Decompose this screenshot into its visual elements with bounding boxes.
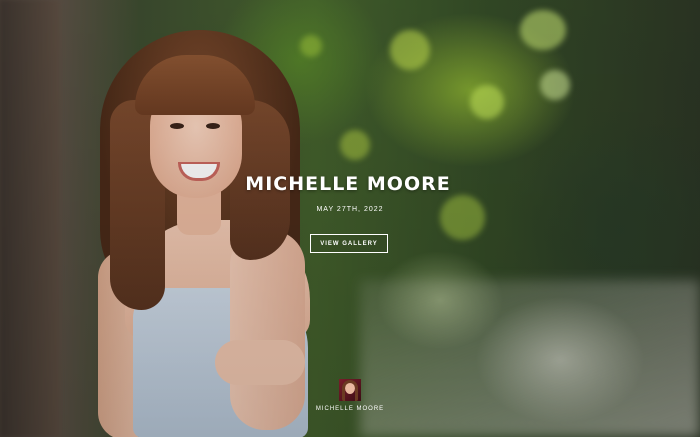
photographer-name: MICHELLE MOORE (315, 406, 385, 412)
gallery-cover-hero: MICHELLE MOORE MAY 27TH, 2022 VIEW GALLE… (0, 0, 700, 437)
gallery-title: MICHELLE MOORE (245, 173, 451, 195)
overlay-tint (0, 0, 700, 437)
photographer-logo[interactable]: MICHELLE MOORE (300, 379, 400, 412)
profile-thumbnail-icon (339, 379, 361, 401)
view-gallery-button[interactable]: VIEW GALLERY (310, 234, 388, 253)
gallery-date: MAY 27TH, 2022 (316, 206, 384, 213)
